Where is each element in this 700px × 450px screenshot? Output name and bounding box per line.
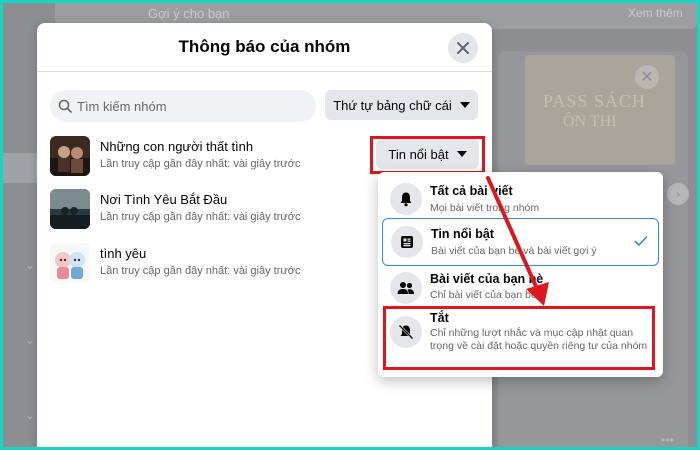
menu-item-off[interactable]: Tắt Chỉ những lượt nhắc và mục cập nhật …	[382, 310, 659, 372]
menu-item-title: Bài viết của bạn bè	[430, 272, 544, 286]
menu-item-friends-posts[interactable]: Bài viết của bạn bè Chỉ bài viết của bạn…	[382, 268, 659, 308]
background-image-text-2: ÔN THI	[563, 113, 617, 130]
close-icon	[457, 42, 469, 54]
chevron-down-icon: ⌄	[25, 333, 36, 347]
notification-setting-label: Tin nổi bật	[388, 146, 449, 162]
bell-icon	[390, 183, 422, 215]
background-see-all-link: Xem thêm	[628, 6, 683, 20]
caret-down-icon	[459, 102, 470, 108]
sort-order-label: Thứ tự bảng chữ cái	[333, 97, 452, 113]
sort-order-button[interactable]: Thứ tự bảng chữ cái	[325, 90, 478, 120]
background-suggest-label: Gợi ý cho bạn	[148, 6, 230, 21]
chevron-down-icon: ⌄	[25, 258, 36, 272]
group-last-visit: Lần truy cập gần đây nhất: vài giây trướ…	[100, 158, 301, 170]
menu-item-title: Tắt	[430, 311, 449, 325]
background-image-text: PASS SÁCH	[543, 91, 646, 111]
group-last-visit: Lần truy cập gần đây nhất: vài giây trướ…	[100, 211, 301, 223]
menu-item-desc: Chỉ bài viết của bạn bè	[430, 289, 537, 301]
group-name[interactable]: tình yêu	[100, 246, 146, 261]
group-avatar	[50, 243, 90, 283]
menu-item-desc: Bài viết của bạn bè và bài viết gợi ý	[431, 245, 597, 257]
background-left-strip	[3, 153, 39, 183]
group-last-visit: Lần truy cập gần đây nhất: vài giây trướ…	[100, 265, 301, 277]
menu-item-title: Tin nổi bật	[431, 227, 494, 241]
close-button[interactable]	[448, 33, 478, 63]
caret-down-icon	[456, 151, 467, 157]
header-divider	[37, 71, 492, 72]
menu-item-all-posts[interactable]: Tất cả bài viết Mọi bài viết trong nhóm	[382, 178, 659, 220]
bell-off-icon	[390, 316, 422, 348]
search-input[interactable]	[77, 98, 297, 114]
notification-setting-button[interactable]: Tin nổi bật	[376, 139, 479, 169]
group-avatar	[50, 189, 90, 229]
menu-item-title: Tất cả bài viết	[430, 184, 513, 198]
group-search-box[interactable]	[50, 90, 316, 122]
background-close-icon: ✕	[635, 65, 659, 89]
check-icon	[634, 235, 648, 247]
group-name[interactable]: Nơi Tình Yêu Bắt Đầu	[100, 192, 227, 207]
menu-item-desc: Chỉ những lượt nhắc và mục cập nhật quan…	[430, 327, 648, 352]
chevron-right-icon: ›	[667, 183, 689, 205]
dialog-title: Thông báo của nhóm	[178, 37, 351, 56]
search-icon	[58, 99, 72, 113]
news-feed-icon	[391, 226, 423, 258]
friends-icon	[390, 272, 422, 304]
group-avatar	[50, 136, 90, 176]
more-dots-icon: •••	[661, 433, 674, 447]
menu-item-desc: Mọi bài viết trong nhóm	[430, 202, 540, 214]
chevron-down-icon: ⌄	[25, 408, 36, 422]
menu-item-highlights[interactable]: Tin nổi bật Bài viết của bạn bè và bài v…	[382, 218, 659, 266]
notification-options-menu: Tất cả bài viết Mọi bài viết trong nhóm …	[378, 172, 663, 377]
group-name[interactable]: Những con người thất tình	[100, 139, 253, 154]
